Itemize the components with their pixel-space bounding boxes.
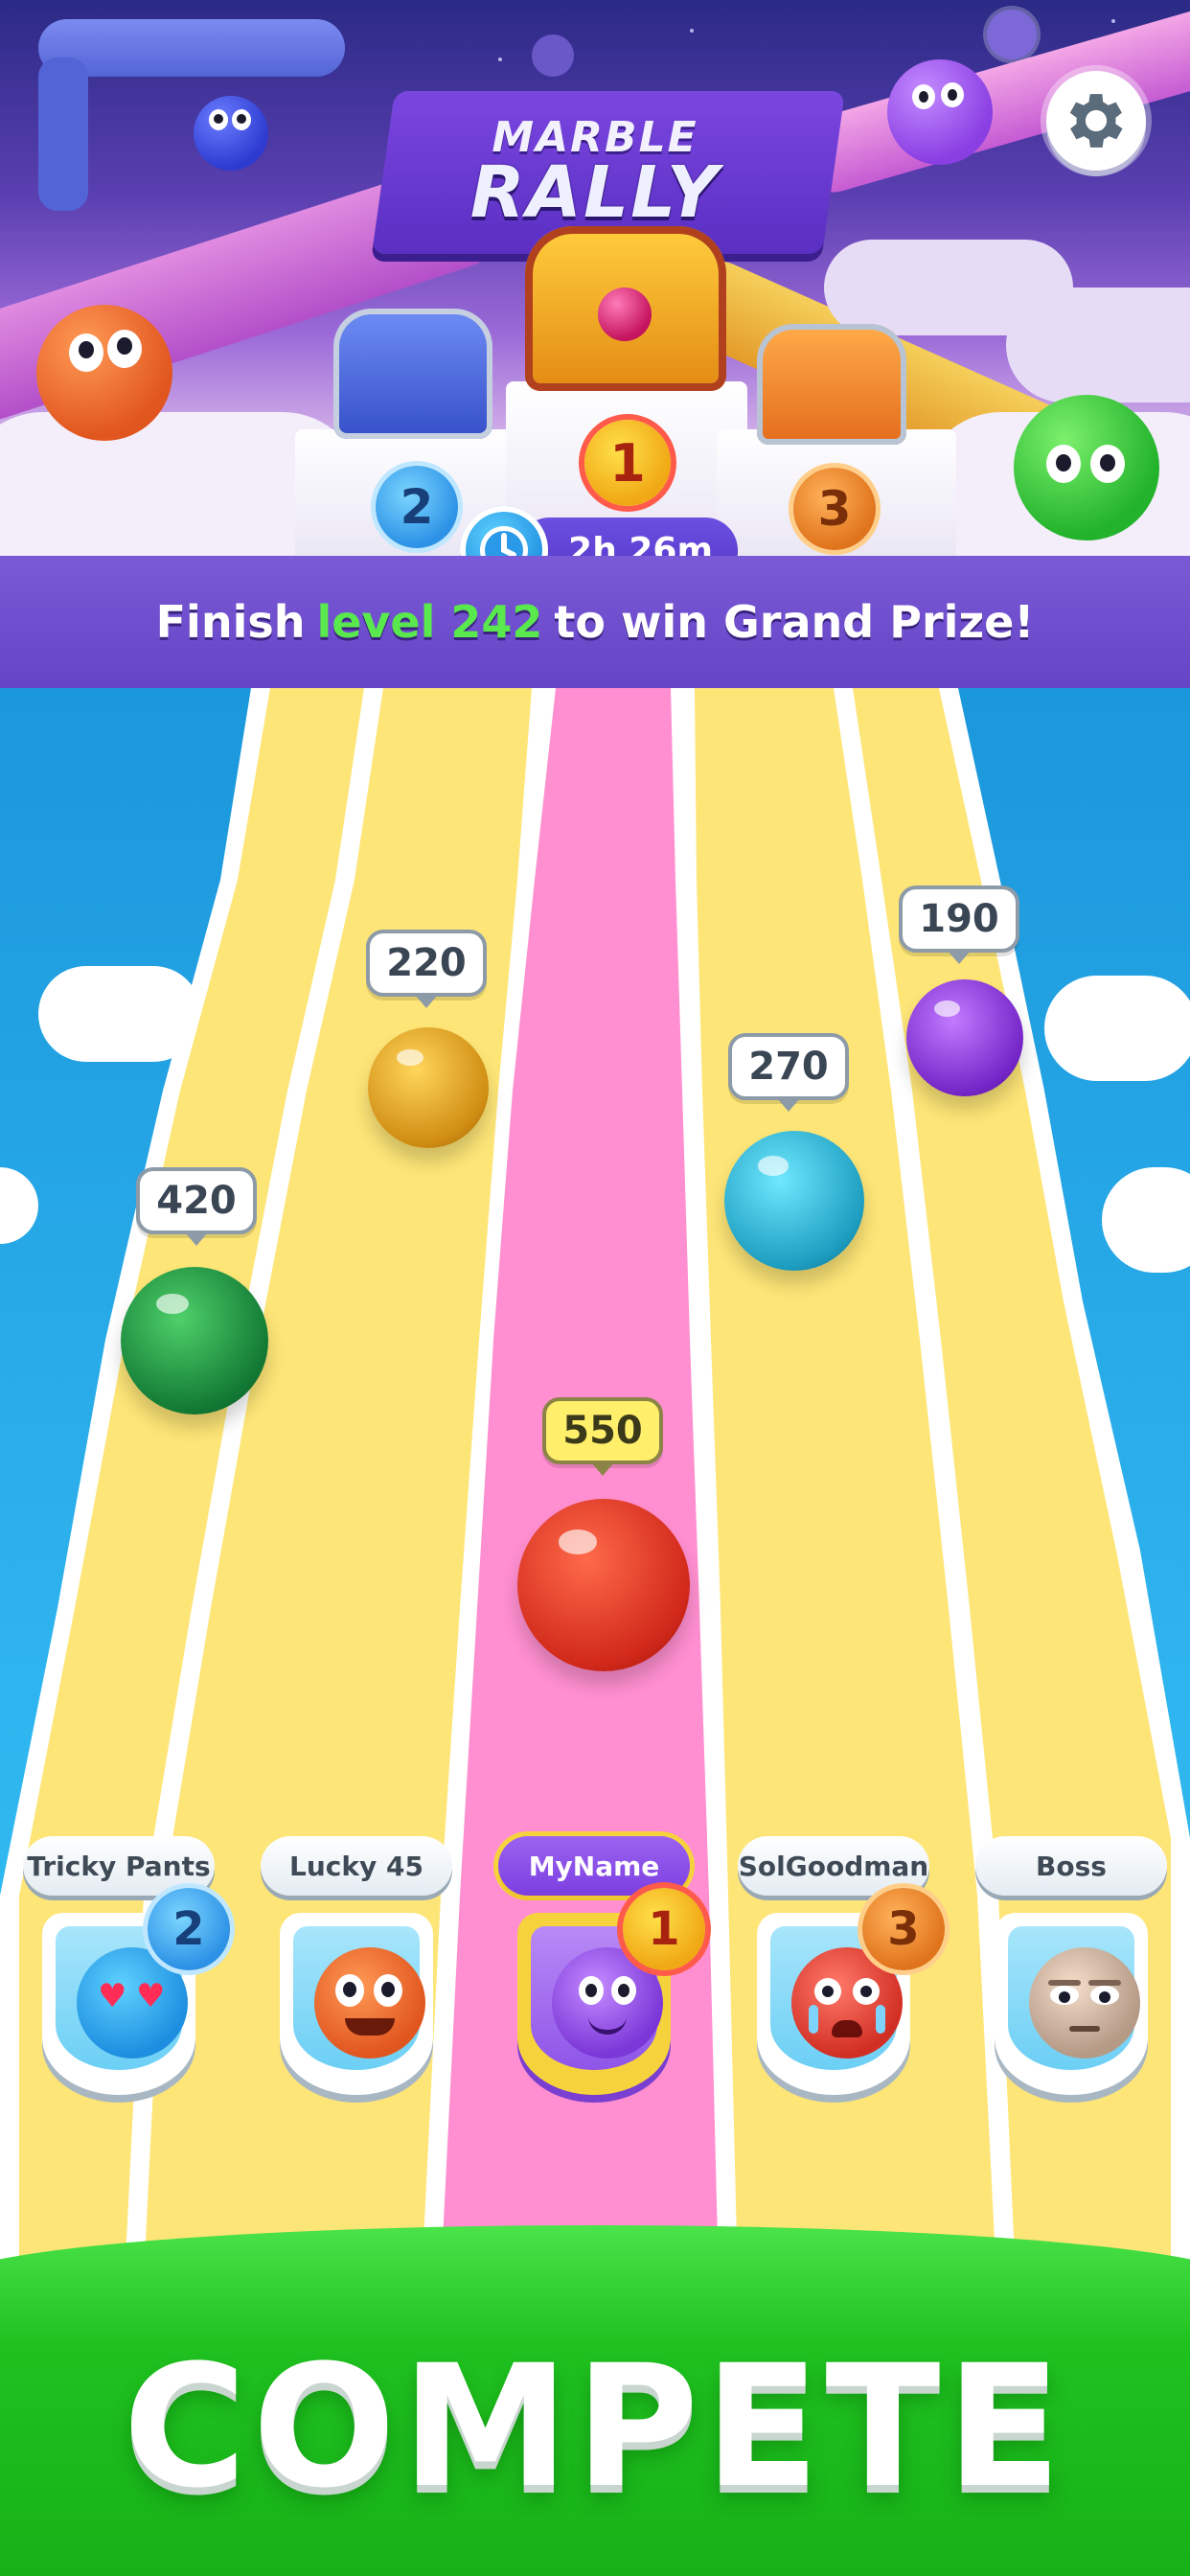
- score-bubble-lane1: 420: [136, 1167, 257, 1246]
- race-track: 420 220 550 270 190 Tricky Pants ♥ ♥ 2 L…: [0, 688, 1190, 2279]
- green-marble-character: [1014, 395, 1159, 540]
- podium-medal-second: 2: [376, 466, 458, 548]
- planet-decoration: [987, 10, 1037, 59]
- player-name: Lucky 45: [261, 1836, 452, 1896]
- header-scene: MARBLE RALLY 2 1 3: [0, 0, 1190, 556]
- goal-banner: Finish level 242 to win Grand Prize!: [0, 556, 1190, 688]
- purple-marble-character: [887, 59, 993, 165]
- score-bubble-lane5: 190: [899, 886, 1019, 964]
- player-name: MyName: [498, 1836, 690, 1896]
- settings-button[interactable]: [1046, 71, 1146, 171]
- score-bubble-lane2: 220: [366, 930, 487, 1008]
- player-shield: [280, 1913, 433, 2095]
- podium-medal-third: 3: [793, 468, 876, 550]
- rank-badge-third: 3: [862, 1888, 945, 1970]
- player-name: SolGoodman: [738, 1836, 929, 1896]
- podium-medal-first: 1: [584, 420, 671, 506]
- goal-suffix: to win Grand Prize!: [554, 596, 1035, 648]
- red-marble-player: [517, 1499, 690, 1671]
- rank-badge-first: 1: [623, 1888, 705, 1970]
- goal-prefix: Finish: [155, 596, 306, 648]
- score-bubble-lane4: 270: [728, 1033, 849, 1112]
- goal-level: level 242: [316, 596, 543, 648]
- green-marble: [121, 1267, 268, 1414]
- orange-grin-face-icon: [314, 1947, 425, 2058]
- player-name: Boss: [975, 1836, 1167, 1896]
- orange-chest-icon: [757, 324, 906, 445]
- blue-marble-character: [194, 96, 268, 171]
- purple-marble: [906, 979, 1023, 1096]
- blue-chest-icon: [333, 309, 492, 439]
- planet-decoration: [532, 34, 574, 77]
- gear-icon: [1069, 94, 1123, 148]
- logo-title-line2: RALLY: [469, 151, 721, 234]
- orange-marble-character: [36, 305, 172, 441]
- gold-marble: [368, 1027, 489, 1148]
- ruby-gem-icon: [598, 288, 652, 341]
- score-bubble-player: 550: [542, 1397, 663, 1476]
- cyan-marble: [724, 1131, 864, 1271]
- rank-badge-second: 2: [148, 1888, 230, 1970]
- player-name: Tricky Pants: [23, 1836, 215, 1896]
- player-shield: [995, 1913, 1148, 2095]
- compete-label[interactable]: COMPETE: [0, 2329, 1190, 2525]
- beige-annoyed-face-icon: [1029, 1947, 1140, 2058]
